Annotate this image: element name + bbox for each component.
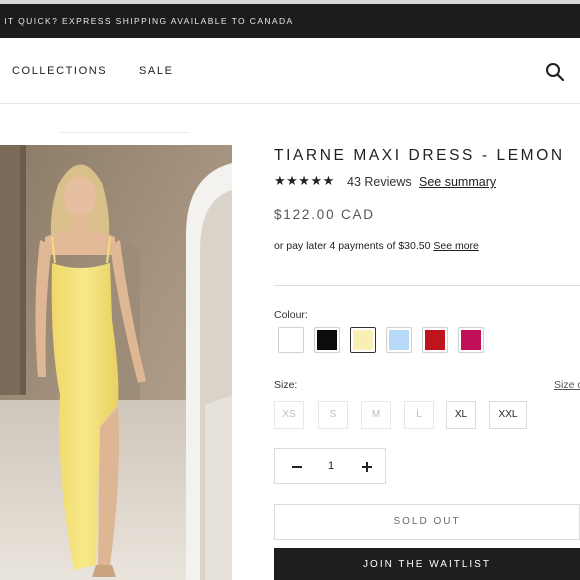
pay-later-info: or pay later 4 payments of $30.50 See mo… bbox=[274, 240, 479, 252]
colour-swatch-magenta[interactable] bbox=[458, 327, 484, 353]
colour-swatch-fill bbox=[317, 330, 337, 350]
join-waitlist-button[interactable]: JOIN THE WAITLIST bbox=[274, 548, 580, 580]
reviews-count: 43 Reviews bbox=[347, 175, 412, 189]
announcement-bar: T IT QUICK? EXPRESS SHIPPING AVAILABLE T… bbox=[0, 4, 580, 38]
see-more-link[interactable]: See more bbox=[433, 240, 479, 252]
colour-label: Colour: bbox=[274, 309, 308, 321]
size-option-xl[interactable]: XL bbox=[446, 401, 476, 429]
colour-swatch-fill bbox=[281, 330, 301, 350]
colour-swatch-fill bbox=[353, 330, 373, 350]
quantity-value[interactable]: 1 bbox=[321, 460, 341, 472]
main-nav: COLLECTIONS SALE bbox=[0, 38, 580, 104]
size-option-l[interactable]: L bbox=[404, 401, 434, 429]
product-title: TIARNE MAXI DRESS - LEMON bbox=[274, 147, 565, 164]
size-option-s[interactable]: S bbox=[318, 401, 348, 429]
plus-icon-vertical bbox=[366, 462, 368, 472]
colour-swatch-light-blue[interactable] bbox=[386, 327, 412, 353]
nav-collections-link[interactable]: COLLECTIONS bbox=[12, 65, 107, 77]
quantity-stepper: 1 bbox=[274, 448, 386, 484]
section-divider bbox=[274, 285, 580, 286]
gallery-divider bbox=[60, 132, 190, 133]
size-option-xs[interactable]: XS bbox=[274, 401, 304, 429]
size-option-m[interactable]: M bbox=[361, 401, 391, 429]
colour-swatch-fill bbox=[461, 330, 481, 350]
product-price: $122.00 CAD bbox=[274, 207, 375, 222]
colour-swatch-fill bbox=[389, 330, 409, 350]
see-summary-link[interactable]: See summary bbox=[419, 175, 496, 189]
search-icon[interactable] bbox=[545, 62, 565, 82]
nav-sale-link[interactable]: SALE bbox=[139, 65, 174, 77]
rating-stars: ★★★★★ bbox=[274, 173, 335, 188]
colour-swatch-black[interactable] bbox=[314, 327, 340, 353]
size-chart-link[interactable]: Size c bbox=[554, 379, 580, 391]
colour-swatch-red[interactable] bbox=[422, 327, 448, 353]
colour-swatch-fill bbox=[425, 330, 445, 350]
product-photo[interactable] bbox=[0, 145, 232, 580]
minus-icon bbox=[292, 466, 302, 468]
pay-later-text: or pay later 4 payments of $30.50 bbox=[274, 240, 434, 252]
colour-swatch-white[interactable] bbox=[278, 327, 304, 353]
colour-swatch-lemon[interactable] bbox=[350, 327, 376, 353]
product-photo-illustration bbox=[0, 145, 232, 580]
size-option-xxl[interactable]: XXL bbox=[489, 401, 527, 429]
size-label: Size: bbox=[274, 379, 298, 391]
sold-out-button[interactable]: SOLD OUT bbox=[274, 504, 580, 540]
